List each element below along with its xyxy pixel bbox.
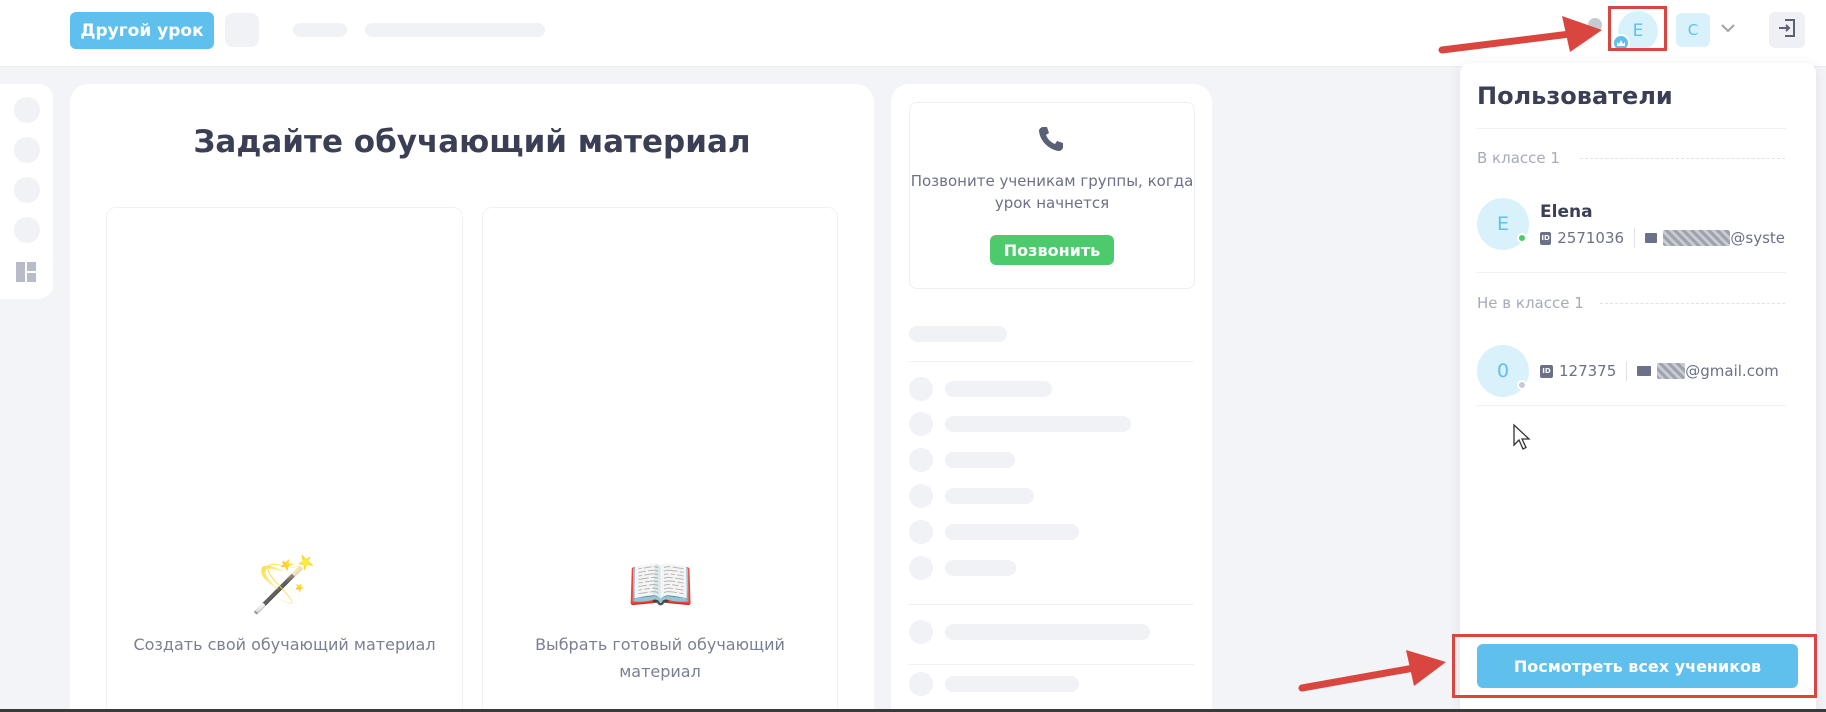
placeholder-avatar — [909, 556, 933, 580]
placeholder-avatar — [909, 520, 933, 544]
magic-wand-icon: 🪄 — [250, 553, 318, 616]
sidebar-placeholder — [14, 97, 40, 123]
offline-status-dot — [1517, 380, 1527, 390]
divider — [1477, 405, 1786, 406]
user-id: 2571036 — [1557, 229, 1625, 247]
sidebar-placeholder — [14, 177, 40, 203]
placeholder-bar — [945, 452, 1015, 468]
placeholder-avatar — [909, 672, 933, 696]
placeholder-bar — [945, 416, 1131, 432]
choose-material-label: Выбрать готовый обучающий материал — [535, 635, 785, 681]
user-email-domain: @syste — [1730, 229, 1785, 247]
annotation-arrow-icon — [1298, 650, 1446, 692]
book-icon: 📖 — [627, 553, 695, 616]
id-icon: ID — [1540, 231, 1552, 245]
sidebar-placeholder — [14, 217, 40, 243]
page-title: Задайте обучающий материал — [193, 124, 751, 160]
account-avatar[interactable]: C — [1676, 13, 1710, 47]
call-instructions: Позвоните ученикам группы, когда урок на… — [910, 172, 1194, 212]
other-lesson-button[interactable]: Другой урок — [70, 12, 214, 49]
placeholder-bar — [945, 676, 1079, 692]
divider — [909, 604, 1194, 605]
mail-icon — [1644, 233, 1657, 243]
create-material-label: Создать свой обучающий материал — [133, 635, 436, 654]
redacted-email — [1657, 363, 1686, 379]
placeholder-bar — [365, 23, 545, 37]
placeholder-bar — [293, 23, 347, 37]
divider — [909, 361, 1194, 362]
separator — [1634, 228, 1635, 248]
users-panel-title: Пользователи — [1477, 82, 1673, 110]
not-in-class-label: Не в классе 1 — [1477, 294, 1584, 312]
user-meta: ID 2571036 @syste — [1540, 228, 1785, 248]
divider — [1580, 158, 1785, 159]
placeholder-bar — [945, 524, 1079, 540]
logout-icon — [1776, 17, 1798, 43]
placeholder-block — [225, 13, 259, 47]
mail-icon — [1637, 366, 1652, 376]
placeholder-avatar — [909, 620, 933, 644]
chevron-down-icon[interactable] — [1718, 18, 1738, 38]
placeholder-bar — [945, 488, 1034, 504]
logout-button[interactable] — [1769, 12, 1805, 48]
placeholder-avatar — [909, 484, 933, 508]
annotation-highlight — [1452, 634, 1817, 698]
user-id: 127375 — [1559, 362, 1617, 380]
placeholder-avatar — [909, 448, 933, 472]
user-email-domain: @gmail.com — [1685, 362, 1779, 380]
divider — [909, 664, 1194, 665]
placeholder-bar — [945, 381, 1052, 397]
divider — [1600, 303, 1785, 304]
placeholder-bar — [945, 560, 1016, 576]
divider — [1477, 272, 1786, 273]
annotation-highlight — [1608, 6, 1667, 51]
redacted-email — [1663, 230, 1731, 246]
user-meta: ID 127375 @gmail.com — [1540, 361, 1779, 381]
annotation-arrow-icon — [1438, 16, 1602, 54]
user-name: Elena — [1540, 202, 1593, 222]
placeholder-bar — [945, 624, 1150, 640]
placeholder-avatar — [909, 377, 933, 401]
placeholder-bar — [909, 326, 1007, 342]
mini-sidebar — [0, 84, 53, 299]
call-button[interactable]: Позвонить — [990, 235, 1114, 265]
online-status-dot — [1517, 233, 1527, 243]
id-icon: ID — [1540, 364, 1553, 378]
divider — [1477, 128, 1786, 129]
layout-icon[interactable] — [15, 261, 37, 287]
placeholder-avatar — [909, 412, 933, 436]
phone-icon — [1036, 124, 1066, 158]
separator — [1626, 361, 1628, 381]
in-class-label: В классе 1 — [1477, 149, 1560, 167]
mouse-cursor-icon — [1512, 423, 1532, 455]
